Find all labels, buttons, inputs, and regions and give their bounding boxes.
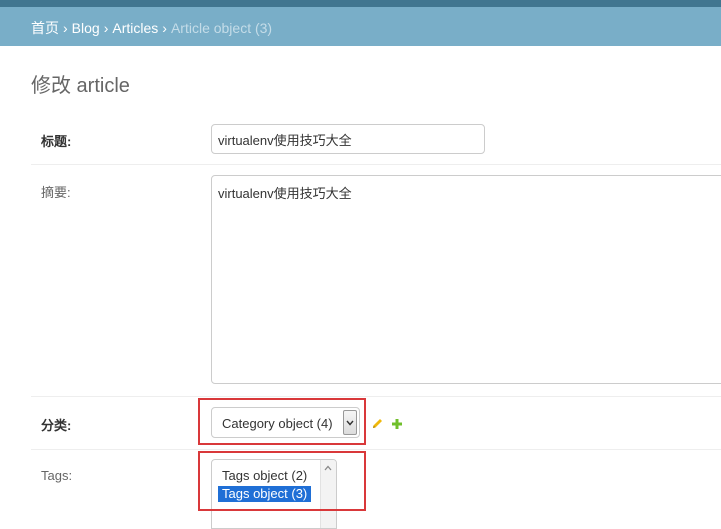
breadcrumb-separator: › (63, 20, 68, 36)
plus-icon[interactable] (391, 417, 403, 435)
summary-label: 摘要: (41, 185, 71, 200)
category-label: 分类: (41, 418, 72, 433)
row-divider (31, 164, 721, 165)
tags-label: Tags: (41, 468, 73, 483)
title-label: 标题: (41, 134, 72, 149)
highlight-box-category (198, 398, 366, 445)
pencil-icon[interactable] (371, 417, 384, 435)
title-input[interactable] (211, 124, 485, 154)
breadcrumb-separator: › (103, 20, 109, 36)
row-divider (31, 396, 721, 397)
breadcrumb-current: Article object (3) (170, 20, 273, 36)
page-title: 修改 article (31, 75, 130, 97)
row-divider (31, 449, 721, 450)
header-strip (0, 0, 721, 7)
summary-textarea[interactable]: virtualenv使用技巧大全 (211, 175, 721, 384)
breadcrumb: 首页 › Blog › Articles › Article object (3) (0, 7, 721, 46)
highlight-box-tags (198, 451, 366, 511)
breadcrumb-app-link[interactable]: Blog (72, 20, 100, 36)
breadcrumb-model-link[interactable]: Articles (112, 20, 158, 36)
breadcrumb-separator: › (162, 20, 167, 36)
breadcrumb-home-link[interactable]: 首页 (31, 20, 59, 36)
